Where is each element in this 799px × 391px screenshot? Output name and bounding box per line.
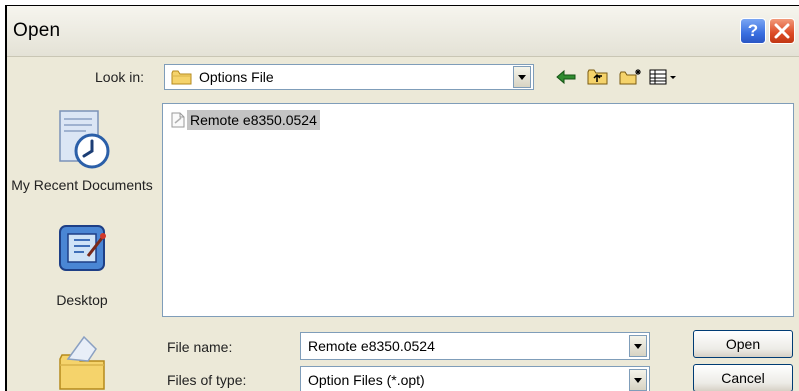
place-recent-documents-label: My Recent Documents [11,177,153,193]
help-icon: ? [747,21,759,40]
close-button[interactable] [769,18,795,44]
file-type-select[interactable]: Option Files (*.opt) [300,366,650,391]
desktop-icon [59,225,106,271]
file-type-value: Option Files (*.opt) [308,372,425,388]
look-in-dropdown[interactable]: Options File [164,64,534,90]
recent-documents-icon [59,110,110,169]
place-my-documents[interactable] [7,329,157,391]
look-in-dropdown-arrow[interactable] [513,66,531,88]
close-icon [774,23,790,39]
place-desktop-label: Desktop [56,292,108,308]
open-dialog: Open ? Look in: Options File My Recent D… [5,5,799,391]
file-type-label: Files of type: [167,372,247,388]
place-desktop[interactable]: Desktop [7,220,157,309]
back-arrow-icon[interactable] [555,68,577,86]
open-button[interactable]: Open [693,330,793,358]
my-documents-icon [59,335,105,390]
file-name-value: Remote e8350.0524 [308,338,435,354]
look-in-label: Look in: [95,69,145,85]
cancel-button[interactable]: Cancel [693,364,793,391]
file-name-field[interactable]: Remote e8350.0524 [300,332,650,360]
file-list[interactable]: Remote e8350.0524 [162,103,794,317]
generic-file-icon [171,112,185,128]
view-menu-icon[interactable] [649,68,679,86]
file-type-dropdown-arrow[interactable] [629,369,647,391]
title-bar: Open ? [7,6,799,57]
up-folder-icon[interactable] [587,68,609,86]
window-title: Open [13,20,61,41]
places-bar: My Recent Documents Desktop [7,103,157,391]
look-in-value: Options File [199,69,274,85]
new-folder-icon[interactable] [619,68,643,86]
folder-icon [171,70,192,85]
file-name-text: Remote e8350.0524 [187,110,320,130]
help-button[interactable]: ? [740,18,766,44]
file-name-label: File name: [167,339,233,355]
file-name-dropdown-arrow[interactable] [629,335,647,357]
place-recent-documents[interactable]: My Recent Documents [7,103,157,194]
